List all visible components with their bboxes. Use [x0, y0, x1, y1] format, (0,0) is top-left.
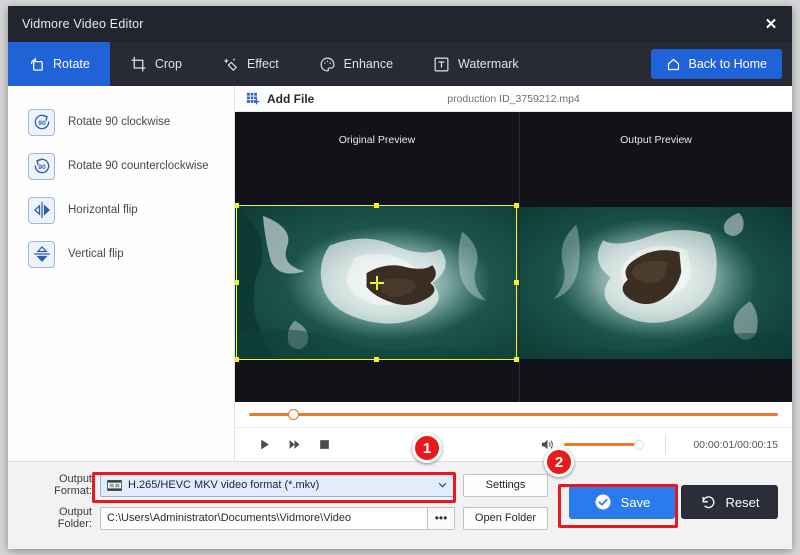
play-button[interactable] [249, 432, 279, 458]
add-file-button[interactable]: Add File [235, 91, 314, 106]
sidebar-item-vertical-flip[interactable]: Vertical flip [8, 232, 234, 276]
current-filename: production ID_3759212.mp4 [447, 92, 580, 105]
rotate-options-sidebar: 90 Rotate 90 clockwise 90 Rotate 90 coun… [8, 86, 235, 461]
tab-effect[interactable]: Effect [202, 42, 299, 86]
title-bar: Vidmore Video Editor ✕ [8, 6, 792, 42]
play-icon [258, 438, 271, 451]
svg-text:90: 90 [38, 120, 46, 127]
preview-panel: Add File production ID_3759212.mp4 Origi… [235, 86, 792, 461]
seek-slider-handle[interactable] [288, 409, 300, 420]
stop-button[interactable] [309, 432, 339, 458]
player-controls: 00:00:01/00:00:15 [235, 402, 792, 461]
tab-crop-label: Crop [154, 57, 182, 71]
output-format-select[interactable]: H.265/HEVC MKV video format (*.mkv) [100, 473, 455, 497]
tab-watermark-label: Watermark [458, 57, 519, 71]
vertical-flip-icon [28, 240, 55, 268]
film-strip-icon [107, 479, 122, 492]
volume-slider-handle[interactable] [634, 439, 644, 450]
annotation-badge-1: 1 [412, 433, 442, 463]
tab-effect-label: Effect [246, 57, 279, 71]
settings-button[interactable]: Settings [463, 473, 548, 497]
watermark-icon [433, 56, 450, 73]
back-to-home-label: Back to Home [688, 57, 767, 71]
sidebar-item-rotate-ccw-label: Rotate 90 counterclockwise [68, 160, 209, 172]
original-preview: Original Preview [235, 112, 520, 402]
output-format-value: H.265/HEVC MKV video format (*.mkv) [128, 479, 320, 491]
output-preview: Output Preview [520, 112, 792, 402]
browse-folder-button[interactable]: ••• [427, 507, 454, 529]
app-title: Vidmore Video Editor [22, 17, 144, 31]
annotation-badge-2: 2 [544, 447, 574, 477]
add-file-label: Add File [267, 91, 315, 106]
svg-text:90: 90 [38, 164, 46, 171]
back-to-home-button[interactable]: Back to Home [651, 49, 782, 79]
open-folder-button[interactable]: Open Folder [463, 506, 548, 530]
preview-container: Original Preview Output Preview [235, 112, 792, 402]
sidebar-item-horizontal-flip[interactable]: Horizontal flip [8, 188, 234, 232]
reset-icon [700, 494, 717, 511]
app-window: Vidmore Video Editor ✕ Rotate Crop Effec… [8, 6, 792, 549]
seek-slider[interactable] [249, 409, 778, 420]
stop-icon [318, 438, 331, 451]
chevron-down-icon[interactable] [438, 481, 447, 490]
output-folder-input[interactable]: C:\Users\Administrator\Documents\Vidmore… [100, 506, 455, 530]
enhance-icon [319, 56, 336, 73]
crop-icon [130, 56, 147, 73]
rotate-cw-90-icon: 90 [28, 108, 55, 136]
output-settings-bar: Output Format: H.265/HEVC MKV video form… [8, 461, 792, 549]
horizontal-flip-icon [28, 196, 55, 224]
transport-row: 00:00:01/00:00:15 [235, 428, 792, 461]
tab-crop[interactable]: Crop [110, 42, 202, 86]
seek-row [235, 402, 792, 428]
home-icon [666, 57, 681, 72]
effect-icon [222, 56, 239, 73]
fast-forward-button[interactable] [279, 432, 309, 458]
tab-watermark[interactable]: Watermark [413, 42, 539, 86]
output-preview-frame [520, 207, 792, 360]
original-preview-frame [235, 206, 519, 360]
time-divider [665, 435, 666, 454]
original-preview-title: Original Preview [338, 134, 416, 147]
output-folder-value: C:\Users\Administrator\Documents\Vidmore… [107, 512, 352, 524]
add-file-icon [245, 91, 260, 106]
content-area: 90 Rotate 90 clockwise 90 Rotate 90 coun… [8, 86, 792, 461]
save-label: Save [620, 494, 651, 510]
tab-enhance[interactable]: Enhance [299, 42, 413, 86]
file-bar: Add File production ID_3759212.mp4 [235, 86, 792, 113]
reset-label: Reset [725, 494, 760, 510]
output-format-label: Output Format: [54, 473, 92, 497]
tab-rotate[interactable]: Rotate [8, 42, 110, 86]
output-preview-title: Output Preview [620, 134, 692, 147]
main-toolbar: Rotate Crop Effect Enhance Watermark Bac… [8, 42, 792, 86]
sidebar-item-vertical-flip-label: Vertical flip [68, 248, 124, 260]
time-display: 00:00:01/00:00:15 [693, 438, 778, 451]
sidebar-item-rotate-cw-label: Rotate 90 clockwise [68, 116, 171, 128]
rotate-icon [28, 56, 45, 73]
settings-label: Settings [485, 479, 526, 491]
reset-button[interactable]: Reset [681, 485, 778, 519]
save-button[interactable]: Save [569, 485, 675, 519]
fast-forward-icon [288, 438, 301, 451]
sidebar-item-rotate-cw[interactable]: 90 Rotate 90 clockwise [8, 100, 234, 144]
tab-enhance-label: Enhance [343, 57, 394, 71]
check-circle-icon [594, 493, 612, 511]
tab-rotate-label: Rotate [53, 57, 90, 71]
output-folder-label: Output Folder: [57, 506, 92, 530]
open-folder-label: Open Folder [474, 512, 537, 524]
close-icon[interactable]: ✕ [760, 13, 782, 35]
rotate-ccw-90-icon: 90 [28, 152, 55, 180]
volume-slider[interactable] [564, 439, 644, 450]
sidebar-item-horizontal-flip-label: Horizontal flip [68, 204, 138, 216]
sidebar-item-rotate-ccw[interactable]: 90 Rotate 90 counterclockwise [8, 144, 234, 188]
